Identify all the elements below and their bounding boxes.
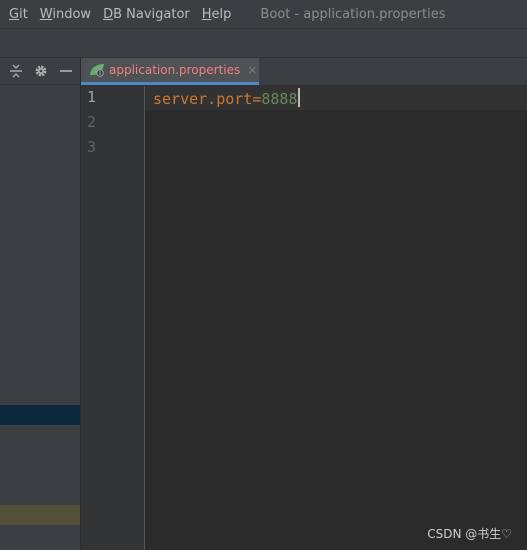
property-value: 8888 — [261, 90, 298, 108]
selected-tree-row[interactable] — [0, 405, 80, 425]
code-line[interactable]: server.port=8888 — [153, 88, 300, 108]
code-editor[interactable]: server.port=8888 CSDN @书生♡ — [145, 86, 527, 550]
line-number: 1 — [87, 88, 97, 106]
panel-toolbar — [0, 58, 80, 85]
tab-application-properties[interactable]: application.properties × — [81, 58, 259, 85]
project-panel — [0, 58, 81, 550]
line-number: 2 — [87, 113, 97, 131]
close-icon[interactable]: × — [247, 63, 257, 77]
menu-git[interactable]: Git — [9, 7, 28, 22]
editor-gutter: 1 2 3 — [81, 86, 145, 550]
text-caret — [297, 88, 300, 107]
window-title: Boot - application.properties — [260, 6, 446, 22]
gear-icon[interactable] — [30, 60, 52, 82]
watermark: CSDN @书生♡ — [427, 527, 512, 541]
minimize-icon[interactable] — [55, 60, 77, 82]
line-number: 3 — [87, 138, 97, 156]
collapse-icon[interactable] — [5, 60, 27, 82]
highlighted-tree-row[interactable] — [0, 505, 80, 525]
menu-db-navigator[interactable]: DB Navigator — [103, 7, 190, 22]
navigation-bar — [0, 29, 527, 58]
spring-leaf-icon — [89, 63, 105, 77]
property-key: server.port — [153, 90, 253, 108]
editor-tab-bar: application.properties × — [81, 58, 527, 86]
menu-bar: Git Window DB Navigator Help Boot - appl… — [0, 0, 527, 29]
menu-window[interactable]: Window — [40, 7, 91, 22]
menu-help[interactable]: Help — [202, 7, 232, 22]
tab-label: application.properties — [109, 63, 241, 77]
